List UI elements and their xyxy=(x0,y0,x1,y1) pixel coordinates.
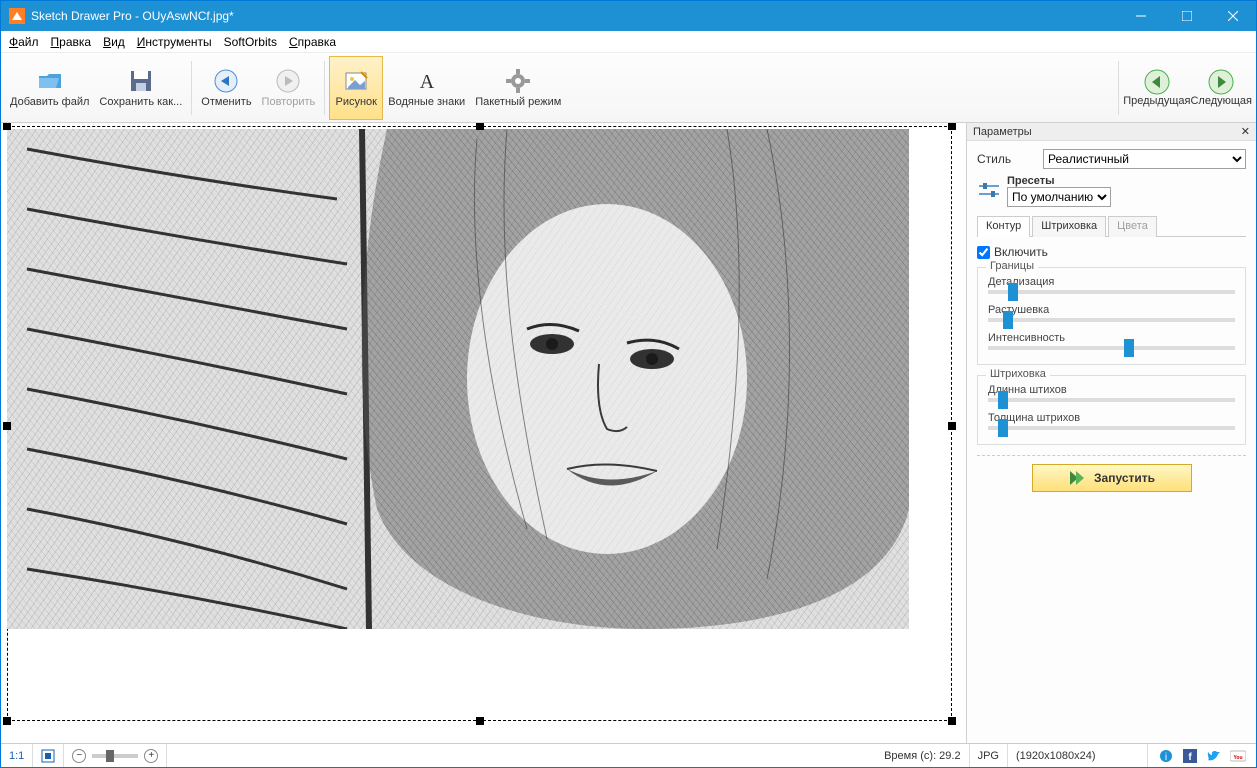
canvas-image xyxy=(7,129,909,629)
add-file-button[interactable]: Добавить файл xyxy=(5,56,94,120)
strokelen-slider[interactable] xyxy=(988,398,1235,402)
zoom-in-button[interactable]: + xyxy=(144,749,158,763)
menu-bar: Файл Правка Вид Инструменты SoftOrbits С… xyxy=(1,31,1256,53)
sliders-icon xyxy=(977,182,1001,200)
feather-slider[interactable] xyxy=(988,318,1235,322)
zoom-slider[interactable] xyxy=(92,754,138,758)
enable-label: Включить xyxy=(994,245,1048,259)
param-tabs: Контур Штриховка Цвета xyxy=(977,215,1246,237)
menu-tools[interactable]: Инструменты xyxy=(137,35,212,49)
undo-icon xyxy=(213,68,239,94)
folder-open-icon xyxy=(37,68,63,94)
sel-handle[interactable] xyxy=(3,123,11,130)
gear-icon xyxy=(505,68,531,94)
image-icon xyxy=(343,68,369,94)
youtube-icon[interactable]: You xyxy=(1230,748,1246,764)
parameters-panel: Параметры ✕ Стиль Реалистичный Пресеты П… xyxy=(966,123,1256,743)
group-bounds: Границы Детализация Растушевка Интенсивн… xyxy=(977,267,1246,365)
menu-help[interactable]: Справка xyxy=(289,35,336,49)
strokelen-label: Длинна штихов xyxy=(988,384,1235,396)
sel-handle[interactable] xyxy=(476,717,484,725)
fit-button[interactable] xyxy=(33,744,64,767)
menu-file[interactable]: Файл xyxy=(9,35,39,49)
run-button[interactable]: Запустить xyxy=(1032,464,1192,492)
prev-image-button[interactable]: Предыдущая xyxy=(1123,56,1190,120)
window-title: Sketch Drawer Pro - OUyAswNCf.jpg* xyxy=(31,9,1118,23)
toolbar: Добавить файл Сохранить как... Отменить … xyxy=(1,53,1256,123)
svg-text:i: i xyxy=(1165,752,1167,763)
sel-handle[interactable] xyxy=(948,717,956,725)
dimensions-status: (1920x1080x24) xyxy=(1008,744,1148,767)
tab-hatching[interactable]: Штриховка xyxy=(1032,216,1106,237)
sel-handle[interactable] xyxy=(948,123,956,130)
close-button[interactable] xyxy=(1210,1,1256,31)
sel-handle[interactable] xyxy=(3,422,11,430)
watermarks-button[interactable]: A Водяные знаки xyxy=(383,56,470,120)
play-icon xyxy=(1068,469,1086,487)
format-status: JPG xyxy=(970,744,1008,767)
sel-handle[interactable] xyxy=(476,123,484,130)
undo-button[interactable]: Отменить xyxy=(196,56,256,120)
menu-view[interactable]: Вид xyxy=(103,35,125,49)
batch-button[interactable]: Пакетный режим xyxy=(470,56,566,120)
time-status: Время (с): 29.2 xyxy=(876,744,970,767)
menu-edit[interactable]: Правка xyxy=(51,35,92,49)
enable-checkbox[interactable] xyxy=(977,246,990,259)
sel-handle[interactable] xyxy=(3,717,11,725)
menu-softorbits[interactable]: SoftOrbits xyxy=(224,35,277,49)
title-bar: Sketch Drawer Pro - OUyAswNCf.jpg* xyxy=(1,1,1256,31)
tab-colors[interactable]: Цвета xyxy=(1108,216,1157,237)
redo-button[interactable]: Повторить xyxy=(257,56,321,120)
style-select[interactable]: Реалистичный xyxy=(1043,149,1246,169)
feather-label: Растушевка xyxy=(988,304,1235,316)
tab-contour[interactable]: Контур xyxy=(977,216,1030,237)
floppy-icon xyxy=(128,68,154,94)
prev-icon xyxy=(1144,69,1170,95)
separator xyxy=(1118,61,1119,115)
panel-close-icon[interactable]: ✕ xyxy=(1241,125,1250,138)
status-bar: 1:1 − + Время (с): 29.2 JPG (1920x1080x2… xyxy=(1,743,1256,767)
next-image-button[interactable]: Следующая xyxy=(1190,56,1252,120)
save-as-button[interactable]: Сохранить как... xyxy=(94,56,187,120)
text-icon: A xyxy=(414,68,440,94)
style-label: Стиль xyxy=(977,152,1037,166)
drawing-button[interactable]: Рисунок xyxy=(329,56,383,120)
group-hatching: Штриховка Длинна штихов Толщина штрихов xyxy=(977,375,1246,445)
panel-title: Параметры xyxy=(973,126,1032,138)
maximize-button[interactable] xyxy=(1164,1,1210,31)
facebook-icon[interactable]: f xyxy=(1182,748,1198,764)
zoom-out-button[interactable]: − xyxy=(72,749,86,763)
separator xyxy=(324,61,325,115)
presets-label: Пресеты xyxy=(1007,175,1246,187)
detail-label: Детализация xyxy=(988,276,1235,288)
info-icon[interactable]: i xyxy=(1158,748,1174,764)
detail-slider[interactable] xyxy=(988,290,1235,294)
redo-icon xyxy=(275,68,301,94)
strokew-label: Толщина штрихов xyxy=(988,412,1235,424)
strokew-slider[interactable] xyxy=(988,426,1235,430)
zoom-label[interactable]: 1:1 xyxy=(1,744,33,767)
presets-select[interactable]: По умолчанию xyxy=(1007,187,1111,207)
separator xyxy=(191,61,192,115)
intensity-slider[interactable] xyxy=(988,346,1235,350)
sel-handle[interactable] xyxy=(948,422,956,430)
twitter-icon[interactable] xyxy=(1206,748,1222,764)
app-icon xyxy=(9,8,25,24)
svg-text:You: You xyxy=(1233,755,1242,761)
svg-text:A: A xyxy=(419,71,434,93)
intensity-label: Интенсивность xyxy=(988,332,1235,344)
fit-icon xyxy=(41,749,55,763)
canvas-area[interactable] xyxy=(1,123,966,743)
next-icon xyxy=(1208,69,1234,95)
minimize-button[interactable] xyxy=(1118,1,1164,31)
